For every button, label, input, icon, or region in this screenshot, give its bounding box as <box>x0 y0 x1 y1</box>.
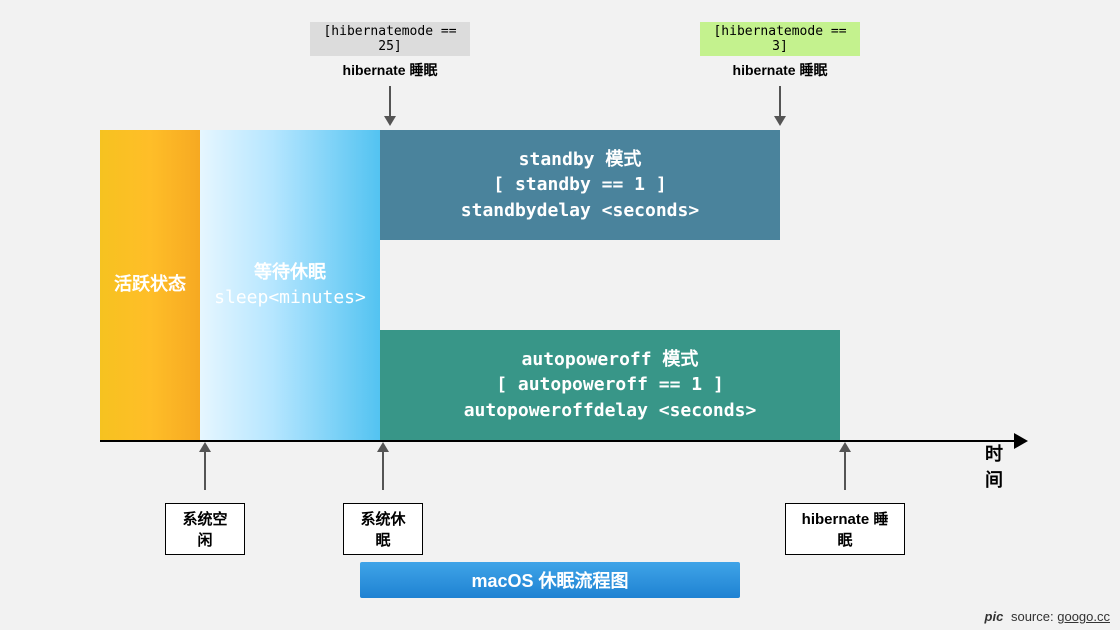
top-annotation-hibernatemode-3: [hibernatemode == 3] hibernate 睡眠 <box>700 22 860 129</box>
arrow-up-icon <box>844 444 846 490</box>
caption-text: macOS 休眠流程图 <box>471 567 628 593</box>
phase-autopoweroff: autopoweroff 模式 [ autopoweroff == 1 ] au… <box>380 330 840 440</box>
axis-label: 时间 <box>985 440 1020 492</box>
timeline-diagram: 活跃状态 等待休眠 sleep<minutes> standby 模式 [ st… <box>100 130 1020 440</box>
arrow-up-icon <box>204 444 206 490</box>
arrow-down-icon <box>389 86 391 124</box>
phase-label: standby 模式 <box>519 147 642 172</box>
source-text: source: <box>1011 609 1054 624</box>
bottom-annotation-hibernate: hibernate 睡眠 <box>785 444 905 555</box>
bottom-annotation-idle: 系统空闲 <box>165 444 245 555</box>
phase-label: autopoweroff 模式 <box>522 347 699 372</box>
phase-condition: [ standby == 1 ] <box>493 172 666 197</box>
phase-delay: standbydelay <seconds> <box>461 198 699 223</box>
bottom-annotation-sleep: 系统休眠 <box>343 444 423 555</box>
code-tag: [hibernatemode == 25] <box>310 22 470 56</box>
source-prefix: pic <box>985 609 1004 624</box>
timeline-axis <box>100 440 1020 442</box>
phase-condition: [ autopoweroff == 1 ] <box>496 372 724 397</box>
phase-sleep-wait: 等待休眠 sleep<minutes> <box>200 130 380 440</box>
phase-active: 活跃状态 <box>100 130 200 440</box>
phase-condition: sleep<minutes> <box>214 285 366 310</box>
source-attribution: pic source: googo.cc <box>985 609 1110 624</box>
event-label: 系统空闲 <box>165 503 245 555</box>
top-annotation-hibernatemode-25: [hibernatemode == 25] hibernate 睡眠 <box>310 22 470 129</box>
phase-label: 等待休眠 <box>254 260 326 285</box>
arrow-down-icon <box>779 86 781 124</box>
phase-delay: autopoweroffdelay <seconds> <box>464 398 757 423</box>
annotation-label: hibernate 睡眠 <box>310 60 470 80</box>
code-tag: [hibernatemode == 3] <box>700 22 860 56</box>
phase-standby: standby 模式 [ standby == 1 ] standbydelay… <box>380 130 780 240</box>
diagram-caption: macOS 休眠流程图 <box>360 562 740 598</box>
event-label: 系统休眠 <box>343 503 423 555</box>
arrow-up-icon <box>382 444 384 490</box>
annotation-label: hibernate 睡眠 <box>700 60 860 80</box>
phase-label: 活跃状态 <box>114 272 186 297</box>
event-label: hibernate 睡眠 <box>785 503 905 555</box>
source-link: googo.cc <box>1057 609 1110 624</box>
